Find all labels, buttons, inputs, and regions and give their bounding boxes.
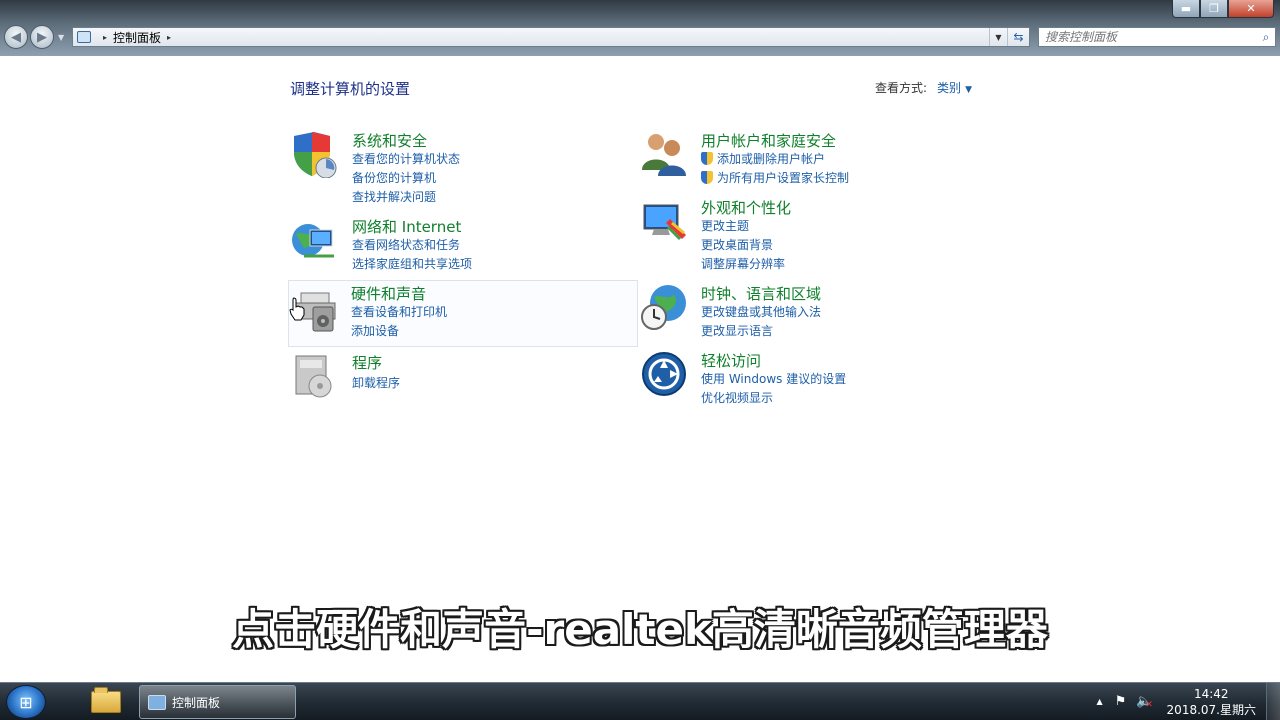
uac-shield-icon: [701, 152, 713, 165]
clock-globe-icon: [641, 285, 686, 330]
window-controls: ▬ ❐ ✕: [1172, 0, 1274, 18]
category-system-security: 系统和安全 查看您的计算机状态 备份您的计算机 查找并解决问题: [290, 130, 630, 210]
minimize-button[interactable]: ▬: [1172, 0, 1200, 18]
page-title: 调整计算机的设置: [290, 80, 411, 98]
search-icon[interactable]: ⌕: [1257, 30, 1275, 45]
view-by-label: 查看方式:: [875, 81, 928, 95]
back-button[interactable]: ◀: [4, 25, 28, 49]
link-troubleshoot[interactable]: 查找并解决问题: [352, 188, 436, 205]
programs-icon: [295, 355, 332, 398]
volume-muted-icon[interactable]: 🔈 ✕: [1136, 694, 1153, 710]
link-desktop-background[interactable]: 更改桌面背景: [701, 236, 773, 253]
category-heading[interactable]: 外观和个性化: [701, 197, 791, 218]
system-tray: ▲ ⚑ 🔈 ✕ 14:42 2018.07.星期六: [1097, 683, 1280, 720]
view-by-selector[interactable]: 类别: [937, 81, 961, 95]
users-icon: [642, 134, 686, 176]
link-network-status[interactable]: 查看网络状态和任务: [352, 236, 460, 253]
link-screen-resolution[interactable]: 调整屏幕分辨率: [701, 255, 785, 272]
control-panel-icon: [77, 31, 91, 43]
link-change-display-language[interactable]: 更改显示语言: [701, 322, 773, 339]
link-parental-controls[interactable]: 为所有用户设置家长控制: [701, 169, 849, 186]
taskbar-app-label: 控制面板: [172, 695, 221, 710]
link-homegroup-sharing[interactable]: 选择家庭组和共享选项: [352, 255, 472, 272]
breadcrumb-separator-icon[interactable]: ▸: [167, 33, 171, 42]
category-user-accounts: 用户帐户和家庭安全 添加或删除用户帐户 为所有用户设置家长控制: [640, 130, 980, 190]
control-panel-content: 调整计算机的设置 查看方式: 类别 ▼ 系统和安全 查看您的计算机状态 备份您的计算…: [0, 56, 1280, 682]
category-heading[interactable]: 硬件和声音: [351, 283, 426, 304]
forward-button[interactable]: ▶: [30, 25, 54, 49]
link-add-device[interactable]: 添加设备: [351, 322, 399, 339]
address-history-dropdown[interactable]: ▼: [989, 28, 1007, 46]
category-programs: 程序 卸载程序: [290, 352, 630, 412]
link-windows-recommended-settings[interactable]: 使用 Windows 建议的设置: [701, 370, 846, 387]
category-heading[interactable]: 时钟、语言和区域: [701, 283, 821, 304]
category-heading[interactable]: 系统和安全: [352, 130, 427, 151]
search-box: ⌕: [1038, 27, 1276, 47]
show-desktop-button[interactable]: [1266, 683, 1280, 720]
video-subtitle: 点击硬件和声音-realtek高清晰音频管理器: [232, 605, 1048, 654]
start-button[interactable]: ⊞: [6, 685, 46, 719]
category-clock-language-region: 时钟、语言和区域 更改键盘或其他输入法 更改显示语言: [640, 283, 980, 343]
control-panel-icon: [148, 694, 166, 710]
clock[interactable]: 14:42 2018.07.星期六: [1167, 686, 1256, 718]
search-input[interactable]: [1039, 29, 1257, 45]
category-ease-of-access: 轻松访问 使用 Windows 建议的设置 优化视频显示: [640, 350, 980, 410]
forward-arrow-icon: ▶: [37, 29, 47, 45]
category-heading[interactable]: 用户帐户和家庭安全: [701, 130, 836, 151]
shield-icon: [294, 132, 337, 178]
ease-of-access-icon: [642, 352, 686, 396]
link-uninstall-program[interactable]: 卸载程序: [352, 374, 400, 391]
taskbar-control-panel-button[interactable]: 控制面板: [139, 685, 296, 719]
chevron-down-icon[interactable]: ▼: [965, 85, 972, 95]
link-change-theme[interactable]: 更改主题: [701, 217, 749, 234]
link-devices-printers[interactable]: 查看设备和打印机: [351, 303, 447, 320]
link-add-remove-accounts[interactable]: 添加或删除用户帐户: [701, 150, 825, 167]
category-heading[interactable]: 轻松访问: [701, 350, 761, 371]
refresh-icon: ⇆: [1013, 30, 1024, 44]
hand-cursor-icon: [289, 297, 305, 321]
breadcrumb-control-panel[interactable]: 控制面板: [113, 29, 161, 46]
close-button[interactable]: ✕: [1228, 0, 1274, 18]
windows-logo-icon: ⊞: [19, 692, 33, 712]
maximize-button[interactable]: ❐: [1200, 0, 1228, 18]
breadcrumb-separator-icon[interactable]: ▸: [103, 33, 107, 42]
category-heading[interactable]: 程序: [352, 352, 382, 373]
navigation-buttons: ◀ ▶ ▼: [4, 25, 64, 49]
action-center-flag-icon[interactable]: ⚑: [1115, 694, 1127, 709]
link-optimize-video-display[interactable]: 优化视频显示: [701, 389, 773, 406]
clock-date: 2018.07.星期六: [1166, 702, 1256, 717]
category-appearance: 外观和个性化 更改主题 更改桌面背景 调整屏幕分辨率: [640, 197, 980, 277]
link-backup-computer[interactable]: 备份您的计算机: [352, 169, 436, 186]
network-globe-icon: [292, 224, 334, 258]
back-arrow-icon: ◀: [11, 29, 21, 45]
view-by: 查看方式: 类别 ▼: [875, 79, 972, 96]
clock-time: 14:42: [1193, 686, 1229, 701]
taskbar-explorer-button[interactable]: [84, 685, 128, 719]
monitor-paint-icon: [643, 204, 686, 241]
taskbar: ⊞ 控制面板 ▲ ⚑ 🔈 ✕ 14:42 2018.07.星期六: [0, 682, 1280, 720]
show-hidden-icons-button[interactable]: ▲: [1097, 697, 1103, 706]
category-hardware-sound[interactable]: 硬件和声音 查看设备和打印机 添加设备: [288, 280, 638, 347]
uac-shield-icon: [701, 171, 713, 184]
window-titlebar: ▬ ❐ ✕ ◀ ▶ ▼ ▸ 控制面板 ▸ ▼ ⇆ ⌕: [0, 0, 1280, 56]
link-change-keyboard-input[interactable]: 更改键盘或其他输入法: [701, 303, 821, 320]
recent-pages-dropdown[interactable]: ▼: [58, 33, 64, 42]
category-network-internet: 网络和 Internet 查看网络状态和任务 选择家庭组和共享选项: [290, 216, 630, 276]
link-view-computer-status[interactable]: 查看您的计算机状态: [352, 150, 460, 167]
address-bar[interactable]: ▸ 控制面板 ▸ ▼ ⇆: [72, 27, 1030, 47]
category-heading[interactable]: 网络和 Internet: [352, 216, 461, 237]
refresh-button[interactable]: ⇆: [1007, 28, 1029, 46]
folder-icon: [91, 687, 121, 713]
chevron-down-icon: ▼: [995, 32, 1002, 42]
